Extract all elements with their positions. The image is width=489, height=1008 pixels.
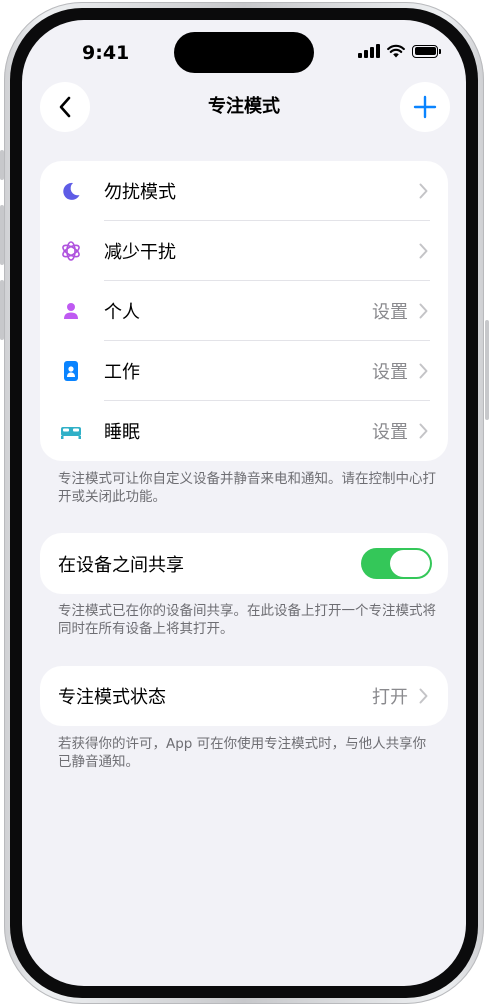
focus-mode-do-not-disturb[interactable]: 勿扰模式 <box>40 161 448 221</box>
status-icons <box>358 44 441 58</box>
focus-status-label: 专注模式状态 <box>58 687 166 708</box>
focus-mode-sleep[interactable]: 睡眠 设置 <box>40 401 448 461</box>
focus-status-card: 专注模式状态 打开 <box>40 666 448 726</box>
chevron-right-icon <box>419 303 428 319</box>
row-label: 减少干扰 <box>104 242 176 263</box>
focus-mode-reduce-interruptions[interactable]: 减少干扰 <box>40 221 448 281</box>
chevron-right-icon <box>419 423 428 439</box>
volume-down-button <box>0 280 4 340</box>
focus-mode-work[interactable]: 工作 设置 <box>40 341 448 401</box>
toggle-knob <box>390 550 430 577</box>
status-footnote: 若获得你的许可，App 可在你使用专注模式时，与他人共享你已静音通知。 <box>58 736 427 770</box>
share-across-devices-row: 在设备之间共享 <box>40 533 448 594</box>
screen: 9:41 专注模式 勿扰模式 减少干扰 个人 设置 工作 设置 睡眠 设置 专注… <box>22 20 466 986</box>
share-footnote: 专注模式已在你的设备间共享。在此设备上打开一个专注模式将同时在所有设备上将其打开… <box>58 603 436 637</box>
row-label: 工作 <box>104 362 140 383</box>
share-toggle[interactable] <box>361 548 432 579</box>
focus-status-value: 打开 <box>372 687 408 708</box>
id-badge-icon <box>60 360 82 382</box>
plus-icon <box>413 95 437 119</box>
row-label: 个人 <box>104 302 140 323</box>
person-icon <box>60 300 82 322</box>
share-card: 在设备之间共享 <box>40 533 448 594</box>
row-label: 勿扰模式 <box>104 182 176 203</box>
moon-icon <box>60 180 82 202</box>
row-value: 设置 <box>372 302 408 323</box>
chevron-right-icon <box>419 688 428 704</box>
chevron-right-icon <box>419 183 428 199</box>
share-label: 在设备之间共享 <box>58 554 184 576</box>
battery-icon <box>412 44 441 58</box>
wifi-icon <box>387 44 405 58</box>
action-button <box>0 150 4 180</box>
status-time: 9:41 <box>82 42 130 64</box>
focus-modes-list: 勿扰模式 减少干扰 个人 设置 工作 设置 睡眠 设置 <box>40 161 448 461</box>
chevron-right-icon <box>419 243 428 259</box>
row-label: 睡眠 <box>104 422 140 443</box>
focus-status-row[interactable]: 专注模式状态 打开 <box>40 666 448 726</box>
add-focus-button[interactable] <box>400 82 450 132</box>
bed-icon <box>60 420 82 442</box>
dynamic-island <box>174 32 314 73</box>
flower-icon <box>60 240 82 262</box>
volume-up-button <box>0 205 4 265</box>
focus-mode-personal[interactable]: 个人 设置 <box>40 281 448 341</box>
row-value: 设置 <box>372 362 408 383</box>
chevron-right-icon <box>419 363 428 379</box>
row-value: 设置 <box>372 422 408 443</box>
cellular-signal-icon <box>358 44 380 58</box>
side-button <box>485 320 489 420</box>
focus-footnote: 专注模式可让你自定义设备并静音来电和通知。请在控制中心打开或关闭此功能。 <box>58 471 436 505</box>
